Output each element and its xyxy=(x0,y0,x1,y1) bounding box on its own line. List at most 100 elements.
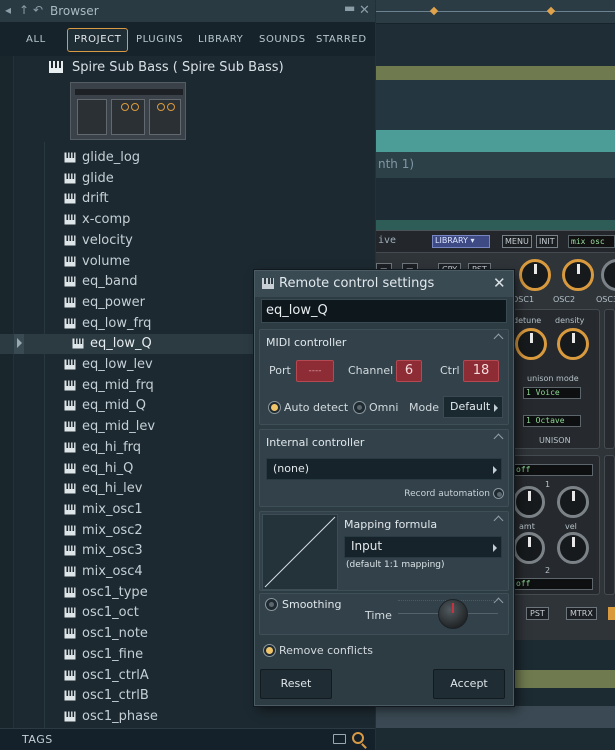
close-icon[interactable]: ✕ xyxy=(359,3,370,18)
tab-library[interactable]: LIBRARY xyxy=(191,28,250,52)
synth-name-field[interactable]: ive xyxy=(378,235,396,246)
smoothing-radio[interactable] xyxy=(265,598,278,611)
search-icon[interactable] xyxy=(352,732,364,744)
preset-name: Spire Sub Bass ( Spire Sub Bass) xyxy=(72,60,284,75)
omni-radio[interactable] xyxy=(353,401,366,414)
param-label: eq_band xyxy=(82,274,138,290)
record-automation-radio[interactable] xyxy=(493,488,504,499)
thumb-knob xyxy=(157,103,165,111)
playlist-track-strip[interactable] xyxy=(376,0,615,24)
mapping-formula-dropdown[interactable]: Input xyxy=(344,536,502,558)
param-item[interactable]: drift xyxy=(0,189,375,209)
pattern-clip[interactable] xyxy=(376,130,615,152)
pattern-clip[interactable] xyxy=(376,66,615,80)
undo-icon[interactable]: ↶ xyxy=(33,3,43,17)
init-button[interactable]: INIT xyxy=(536,235,558,248)
accept-button[interactable]: Accept xyxy=(433,669,505,699)
plugin-param-icon xyxy=(64,607,76,618)
playlist-row[interactable] xyxy=(376,24,615,66)
param-item[interactable]: osc1_phase xyxy=(0,707,375,727)
preset-thumbnail[interactable] xyxy=(70,82,186,140)
vel-knob[interactable] xyxy=(557,532,589,564)
auto-detect-label: Auto detect xyxy=(284,401,349,414)
channel-field[interactable]: 6 xyxy=(396,360,422,382)
collapse-chevron-icon[interactable] xyxy=(493,333,504,344)
plugin-param-icon xyxy=(64,276,76,287)
plugin-param-icon xyxy=(64,400,76,411)
plugin-param-icon xyxy=(64,463,76,473)
mod-knob[interactable] xyxy=(513,486,545,518)
pattern-clip[interactable] xyxy=(376,706,615,728)
tags-button[interactable]: TAGS xyxy=(22,733,53,746)
mod-source-select[interactable]: off xyxy=(513,464,593,476)
paste-button[interactable]: PST xyxy=(526,607,549,620)
mapping-formula-value: Input xyxy=(351,539,383,553)
omni-label: Omni xyxy=(369,401,399,414)
param-label: eq_hi_lev xyxy=(82,481,143,497)
osc1-knob[interactable] xyxy=(519,259,551,291)
tab-all[interactable]: ALL xyxy=(19,28,53,52)
param-item[interactable]: velocity xyxy=(0,231,375,251)
close-icon[interactable]: ✕ xyxy=(493,274,506,292)
playlist-row[interactable] xyxy=(376,80,615,130)
mode-dropdown[interactable]: Default xyxy=(443,396,503,418)
param-label: osc1_note xyxy=(82,626,148,642)
folder-icon[interactable] xyxy=(333,734,346,744)
osc2-knob[interactable] xyxy=(562,259,594,291)
preset-name-text: Spire Sub Bass xyxy=(72,60,169,75)
osc1-label: OSC1 xyxy=(512,295,535,304)
plugin-param-icon xyxy=(64,504,76,515)
tab-project[interactable]: PROJECT xyxy=(67,28,129,52)
reset-button[interactable]: Reset xyxy=(260,669,332,699)
remove-conflicts-radio[interactable] xyxy=(263,644,276,657)
track-line xyxy=(376,11,615,12)
voice-select[interactable]: 1 Voice xyxy=(523,387,581,399)
dropdown-arrow-icon xyxy=(493,544,497,552)
collapse-chevron-icon[interactable] xyxy=(493,515,504,526)
density-knob[interactable] xyxy=(557,328,589,360)
matrix-button[interactable]: MTRX xyxy=(566,607,597,620)
auto-detect-radio[interactable] xyxy=(268,401,281,414)
dialog-titlebar: Remote control settings ✕ xyxy=(255,271,513,297)
osc3-knob[interactable] xyxy=(601,259,615,291)
playlist-row[interactable] xyxy=(376,178,615,220)
mod-knob[interactable] xyxy=(557,486,589,518)
param-item[interactable]: x-comp xyxy=(0,210,375,230)
internal-controller-dropdown[interactable]: (none) xyxy=(266,458,502,480)
library-button[interactable]: LIBRARY ▾ xyxy=(432,235,490,248)
tab-sounds[interactable]: SOUNDS xyxy=(252,28,313,52)
marker-icon[interactable] xyxy=(429,6,439,16)
octave-select[interactable]: 1 Octave xyxy=(523,415,581,427)
tab-starred[interactable]: STARRED xyxy=(309,28,374,52)
browser-tabs: ALL PROJECT PLUGINS LIBRARY SOUNDS STARR… xyxy=(0,22,375,56)
time-knob[interactable] xyxy=(438,599,468,629)
plugin-param-icon xyxy=(64,193,76,204)
minimize-icon[interactable]: ▬ xyxy=(344,1,355,15)
patch-field[interactable]: mix osc xyxy=(568,235,615,248)
param-label: eq_mid_Q xyxy=(82,398,147,414)
detune-knob[interactable] xyxy=(515,328,547,360)
plugin-param-icon xyxy=(64,152,76,163)
collapse-chevron-icon[interactable] xyxy=(493,433,504,444)
port-field[interactable]: ---- xyxy=(296,360,334,382)
param-item[interactable]: glide_log xyxy=(0,148,375,168)
up-arrow-icon[interactable]: ↑ xyxy=(19,3,29,17)
marker-icon[interactable] xyxy=(546,6,556,16)
tab-plugins[interactable]: PLUGINS xyxy=(129,28,190,52)
plugin-param-icon xyxy=(64,483,76,494)
param-label: eq_mid_frq xyxy=(82,377,154,393)
mod-source-select[interactable]: off xyxy=(513,578,593,590)
param-item[interactable]: volume xyxy=(0,252,375,272)
param-item[interactable]: glide xyxy=(0,169,375,189)
amt-knob[interactable] xyxy=(513,532,545,564)
parameter-name-field[interactable]: eq_low_Q xyxy=(261,299,507,323)
preset-row[interactable]: Spire Sub Bass ( Spire Sub Bass) xyxy=(0,56,375,80)
mod-number-1: 1 xyxy=(545,480,551,489)
selection-arrow-icon xyxy=(17,338,22,349)
thumb-panel xyxy=(77,99,107,135)
menu-arrow-icon[interactable]: ◂ xyxy=(5,3,11,17)
menu-button[interactable]: MENU xyxy=(502,235,532,248)
mode-value: Default xyxy=(450,400,491,413)
ctrl-field[interactable]: 18 xyxy=(463,360,499,382)
effects-button[interactable] xyxy=(608,607,615,620)
